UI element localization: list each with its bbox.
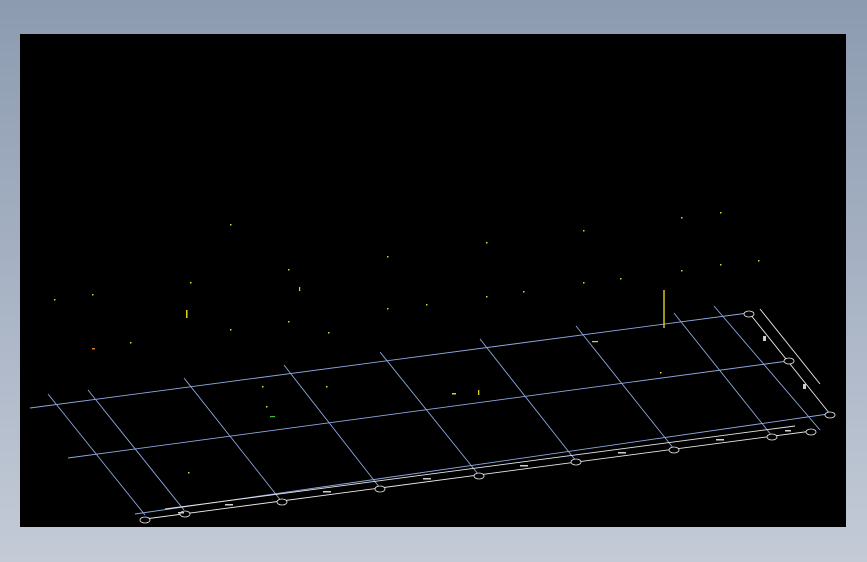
axis-bubble-a — [743, 310, 755, 318]
axis-bubble-6 — [570, 458, 582, 466]
grid-axis-long-1 — [29, 312, 749, 409]
structure-speck — [720, 264, 722, 266]
drawing-viewport[interactable] — [20, 34, 846, 527]
structure-speck — [387, 308, 389, 310]
column-element — [478, 390, 480, 395]
structure-speck — [328, 332, 330, 334]
structure-speck — [288, 321, 290, 323]
structure-speck — [486, 296, 488, 298]
column-element — [299, 287, 301, 291]
dimension-tick — [178, 512, 184, 514]
structure-objects — [54, 212, 760, 474]
dimension-line-right-2 — [759, 308, 821, 385]
dimension-tick — [520, 465, 528, 467]
grid-axis-short-4 — [283, 364, 381, 489]
grid-lines-short — [47, 305, 821, 516]
structure-speck — [92, 348, 95, 350]
axis-bubble-4 — [374, 485, 386, 493]
structure-speck — [270, 416, 275, 418]
structure-speck — [387, 256, 389, 258]
dimension-tick — [785, 430, 791, 432]
dimension-line-bottom-2 — [164, 425, 796, 510]
grid-axis-short-5 — [379, 351, 479, 475]
structure-speck — [288, 269, 290, 271]
dimension-tick — [323, 491, 331, 493]
structure-speck — [486, 242, 488, 244]
structure-speck — [720, 212, 722, 214]
structure-speck — [190, 282, 192, 284]
structure-speck — [188, 472, 190, 474]
structure-speck — [54, 299, 56, 301]
cad-drawing[interactable] — [20, 34, 846, 527]
axis-bubble-7 — [668, 446, 680, 454]
dimension-tick — [763, 336, 766, 341]
dimension-tick — [225, 504, 233, 506]
grid-axis-short-1 — [47, 393, 146, 516]
dimension-tick — [618, 452, 626, 454]
structure-speck — [262, 386, 264, 388]
axis-bubble-1 — [139, 516, 151, 524]
structure-speck — [230, 329, 232, 331]
structure-speck — [660, 372, 662, 374]
axis-bubbles — [139, 310, 836, 524]
structure-speck — [130, 342, 132, 344]
axis-bubble-3 — [276, 498, 288, 506]
structure-speck — [620, 278, 622, 280]
dimension-lines — [144, 308, 831, 520]
structure-speck — [583, 230, 585, 232]
structure-speck — [326, 386, 328, 388]
structure-speck — [230, 224, 232, 226]
dimension-tick — [803, 384, 806, 389]
axis-bubble-5 — [473, 472, 485, 480]
structure-speck — [92, 294, 94, 296]
column-element — [186, 310, 188, 318]
grid-axis-short-9 — [713, 305, 821, 431]
axis-bubble-2 — [179, 510, 191, 518]
axis-bubble-b — [783, 357, 795, 365]
dimension-tick — [423, 478, 431, 480]
grid-axis-short-6 — [479, 338, 577, 462]
grid-axis-long-2 — [67, 360, 789, 459]
structure-speck — [583, 282, 585, 284]
structure-speck — [266, 406, 268, 408]
dimension-ticks — [178, 336, 806, 514]
structure-speck — [426, 304, 428, 306]
structure-speck — [681, 217, 683, 219]
axis-bubble-c — [824, 411, 836, 419]
dimension-tick — [716, 439, 724, 441]
axis-bubble-8 — [766, 433, 778, 441]
structure-speck — [523, 291, 525, 293]
structure-speck — [592, 341, 598, 343]
structure-speck — [452, 393, 456, 395]
structure-speck — [758, 260, 760, 262]
structure-speck — [681, 270, 683, 272]
axis-bubble-9 — [805, 428, 817, 436]
grid-axis-short-2 — [87, 389, 185, 511]
